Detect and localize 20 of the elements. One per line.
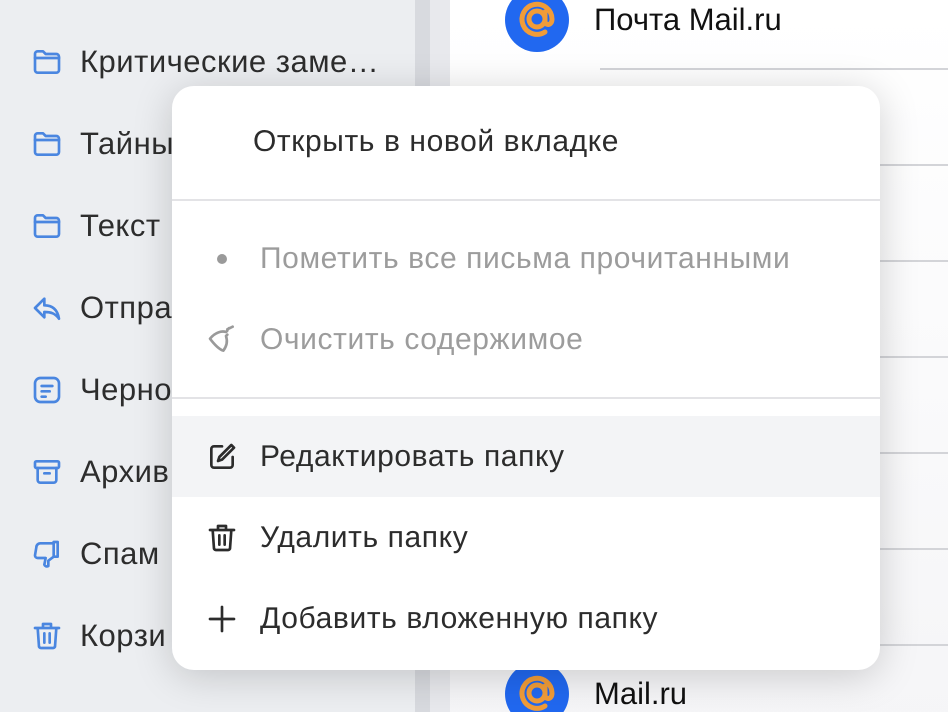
folder-label[interactable]: Критические заме… — [80, 44, 380, 80]
folder-label[interactable]: Черно — [80, 372, 172, 408]
menu-item[interactable]: Редактировать папку — [172, 416, 880, 497]
folder-label[interactable]: Архив — [80, 454, 170, 490]
folder-label[interactable]: Спам — [80, 536, 160, 572]
folder-label[interactable]: Корзи — [80, 618, 166, 654]
menu-item[interactable]: Открыть в новой вкладке — [172, 102, 880, 182]
document-icon — [31, 374, 63, 406]
sender-name: Mail.ru — [594, 676, 688, 712]
folder-label[interactable]: Тайны — [80, 126, 174, 162]
at-sign-avatar-icon — [505, 0, 569, 52]
dot-icon — [217, 254, 227, 264]
folder-label[interactable]: Текст — [80, 208, 161, 244]
sender-name: Почта Mail.ru — [594, 2, 782, 38]
trash-icon — [206, 522, 238, 554]
trash-icon — [31, 620, 63, 652]
menu-item[interactable]: Удалить папку — [172, 497, 880, 578]
plus-icon — [206, 602, 238, 634]
folder-label[interactable]: Отпра — [80, 290, 172, 326]
menu-item[interactable]: Добавить вложенную папку — [172, 578, 880, 659]
